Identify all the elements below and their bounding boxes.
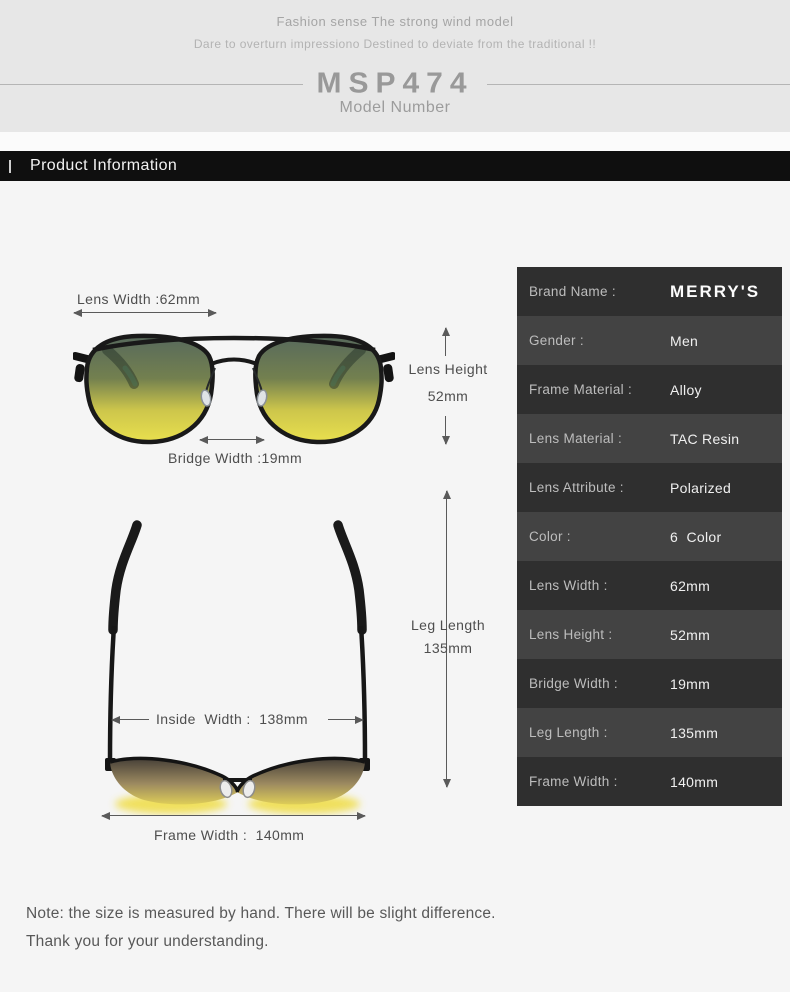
frame-width-arrow: [102, 815, 365, 816]
header-section: Fashion sense The strong wind model Dare…: [0, 0, 790, 132]
leg-length-label: Leg Length: [398, 617, 498, 633]
spec-row: Brand Name :MERRY'S: [517, 267, 782, 316]
spec-row: Leg Length :135mm: [517, 708, 782, 757]
spec-value: 140mm: [670, 774, 718, 790]
model-code: MSP474: [316, 68, 473, 100]
note-line-1: Note: the size is measured by hand. Ther…: [26, 905, 496, 923]
tagline-2: Dare to overturn impressiono Destined to…: [0, 37, 790, 51]
spec-label: Bridge Width :: [517, 676, 670, 691]
spec-label: Lens Width :: [517, 578, 670, 593]
spec-row: Color :6 Color: [517, 512, 782, 561]
section-tick-icon: [9, 160, 11, 173]
spec-value: Men: [670, 333, 698, 349]
note-line-2: Thank you for your understanding.: [26, 933, 269, 951]
product-page: Fashion sense The strong wind model Dare…: [0, 0, 790, 992]
spec-row: Bridge Width :19mm: [517, 659, 782, 708]
spec-value: 62mm: [670, 578, 710, 594]
spec-label: Lens Height :: [517, 627, 670, 642]
spec-label: Color :: [517, 529, 670, 544]
spec-label: Frame Material :: [517, 382, 670, 397]
spec-label: Lens Material :: [517, 431, 670, 446]
spec-value: 6 Color: [670, 529, 721, 545]
inside-width-arrow-left: [112, 719, 149, 720]
spec-value: 19mm: [670, 676, 710, 692]
spec-label: Lens Attribute :: [517, 480, 670, 495]
bridge-width-arrow: [200, 439, 264, 440]
sunglasses-top-view: [96, 512, 379, 816]
inside-width-arrow-right: [328, 719, 363, 720]
spec-row: Frame Width :140mm: [517, 757, 782, 806]
lens-width-arrow: [74, 312, 216, 313]
bridge-width-label: Bridge Width :19mm: [168, 450, 302, 466]
lens-height-arrow-up: [445, 328, 446, 356]
leg-length-arrow: [446, 491, 447, 787]
spec-value: Alloy: [670, 382, 702, 398]
spec-value: 52mm: [670, 627, 710, 643]
spec-label: Frame Width :: [517, 774, 670, 789]
lens-height-label: Lens Height: [398, 361, 498, 377]
divider-line-right: [487, 84, 790, 85]
spec-row: Lens Width :62mm: [517, 561, 782, 610]
spec-row: Lens Height :52mm: [517, 610, 782, 659]
spec-value: Polarized: [670, 480, 731, 496]
spec-value: 135mm: [670, 725, 718, 741]
leg-length-value: 135mm: [398, 640, 498, 656]
spec-row: Lens Material :TAC Resin: [517, 414, 782, 463]
spec-value: TAC Resin: [670, 431, 739, 447]
model-number-label: Model Number: [0, 99, 790, 117]
tagline-1: Fashion sense The strong wind model: [0, 14, 790, 29]
spec-row: Gender :Men: [517, 316, 782, 365]
divider-line-left: [0, 84, 303, 85]
lens-width-label: Lens Width :62mm: [77, 291, 200, 307]
spec-label: Brand Name :: [517, 284, 670, 299]
sunglasses-front-view: [73, 328, 395, 454]
spec-table: Brand Name :MERRY'SGender :MenFrame Mate…: [517, 267, 782, 806]
lens-height-value: 52mm: [398, 388, 498, 404]
model-code-row: MSP474: [0, 66, 790, 102]
lens-height-arrow-down: [445, 416, 446, 444]
spec-label: Leg Length :: [517, 725, 670, 740]
header-gap: [0, 132, 790, 151]
spec-row: Lens Attribute :Polarized: [517, 463, 782, 512]
section-title-bar: Product Information: [0, 151, 790, 181]
spec-label: Gender :: [517, 333, 670, 348]
inside-width-label: Inside Width : 138mm: [156, 711, 308, 727]
section-title: Product Information: [30, 157, 177, 175]
frame-width-label: Frame Width : 140mm: [154, 827, 304, 843]
brand-logo: MERRY'S: [670, 282, 760, 302]
spec-row: Frame Material :Alloy: [517, 365, 782, 414]
